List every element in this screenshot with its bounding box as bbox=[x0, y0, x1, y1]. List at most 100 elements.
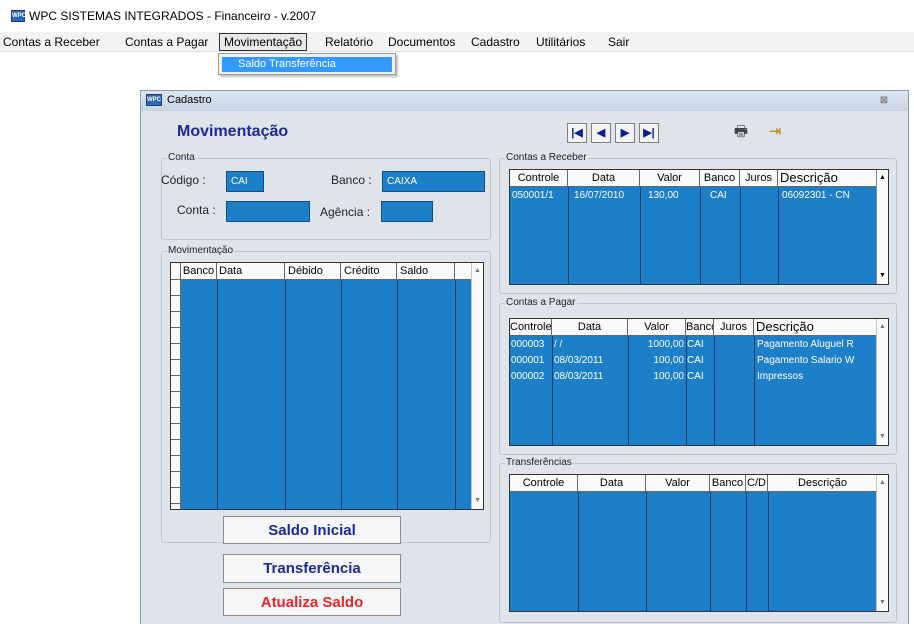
menu-utilitarios[interactable]: Utilitários bbox=[536, 35, 585, 49]
menu-contas-a-pagar[interactable]: Contas a Pagar bbox=[125, 35, 208, 49]
close-icon[interactable]: ⊠ bbox=[874, 93, 894, 108]
movimentacao-grid[interactable]: Banco Data Débido Crédito Saldo ▲ ▼ bbox=[170, 262, 484, 510]
codigo-label: Código : bbox=[161, 173, 206, 187]
page-title: Movimentação bbox=[177, 123, 289, 140]
col-descricao[interactable]: Descrição bbox=[778, 170, 878, 187]
cell-descricao: Impressos bbox=[757, 371, 804, 382]
col-banco[interactable]: Banco bbox=[181, 263, 217, 280]
cell-data: 08/03/2011 bbox=[554, 371, 604, 382]
scroll-down-icon[interactable]: ▼ bbox=[472, 495, 483, 507]
print-icon[interactable]: 🖶 bbox=[730, 121, 752, 143]
movimentacao-group-label: Movimentação bbox=[167, 245, 235, 256]
next-record-button[interactable]: ▶ bbox=[615, 123, 635, 143]
col-data[interactable]: Data bbox=[568, 170, 640, 187]
saldo-inicial-button[interactable]: Saldo Inicial bbox=[223, 516, 401, 544]
table-row[interactable]: 000002 08/03/2011 100,00 CAI Impressos bbox=[510, 369, 888, 385]
col-cd[interactable]: C/D bbox=[746, 475, 768, 492]
col-controle[interactable]: Controle bbox=[510, 475, 578, 492]
exit-icon[interactable]: ⇥ bbox=[764, 121, 786, 143]
table-row[interactable]: 000001 08/03/2011 100,00 CAI Pagamento S… bbox=[510, 353, 888, 369]
atualiza-saldo-button[interactable]: Atualiza Saldo bbox=[223, 588, 401, 616]
col-debido[interactable]: Débido bbox=[285, 263, 341, 280]
transferencia-button[interactable]: Transferência bbox=[223, 554, 401, 583]
row-indicator-header bbox=[171, 263, 181, 280]
agencia-field[interactable] bbox=[381, 201, 433, 222]
cell-valor: 130,00 bbox=[648, 190, 679, 201]
col-valor[interactable]: Valor bbox=[628, 319, 686, 336]
col-juros[interactable]: Juros bbox=[740, 170, 778, 187]
banco-label: Banco : bbox=[331, 173, 372, 187]
banco-field[interactable]: CAIXA bbox=[382, 171, 485, 192]
cadastro-window: WPC Cadastro ⊠ Movimentação |◀ ◀ ▶ ▶| 🖶 … bbox=[140, 90, 909, 624]
contas-receber-grid[interactable]: Controle Data Valor Banco Juros Descriçã… bbox=[509, 169, 889, 285]
menu-documentos[interactable]: Documentos bbox=[388, 35, 455, 49]
transferencias-scrollbar[interactable]: ▲ ▼ bbox=[876, 475, 888, 611]
conta-field[interactable] bbox=[226, 201, 310, 222]
scroll-up-icon[interactable]: ▲ bbox=[472, 265, 483, 277]
col-juros[interactable]: Juros bbox=[714, 319, 754, 336]
contas-receber-group: Contas a Receber Controle Data Valor Ban… bbox=[499, 152, 897, 294]
cell-controle: 000001 bbox=[511, 355, 545, 366]
col-controle[interactable]: Controle bbox=[510, 319, 552, 336]
col-controle[interactable]: Controle bbox=[510, 170, 568, 187]
col-descricao[interactable]: Descrição bbox=[768, 475, 878, 492]
last-record-button[interactable]: ▶| bbox=[639, 123, 659, 143]
contas-receber-scrollbar[interactable]: ▲ ▼ bbox=[876, 170, 888, 284]
app-title: WPC SISTEMAS INTEGRADOS - Financeiro - v… bbox=[29, 9, 317, 23]
grid-header: Controle Data Valor Banco C/D Descrição bbox=[510, 475, 888, 492]
col-valor[interactable]: Valor bbox=[646, 475, 710, 492]
contas-pagar-grid[interactable]: Controle Data Valor Banco Juros Descriçã… bbox=[509, 318, 889, 446]
col-credito[interactable]: Crédito bbox=[341, 263, 397, 280]
movimentacao-scrollbar[interactable]: ▲ ▼ bbox=[471, 263, 483, 509]
scroll-up-icon[interactable]: ▲ bbox=[877, 477, 888, 489]
window-icon: WPC bbox=[146, 94, 162, 106]
cell-valor: 100,00 bbox=[653, 371, 684, 382]
contas-pagar-scrollbar[interactable]: ▲ ▼ bbox=[876, 319, 888, 445]
col-banco[interactable]: Banco bbox=[700, 170, 740, 187]
menu-movimentacao[interactable]: Movimentação bbox=[219, 33, 308, 51]
cell-banco: CAI bbox=[687, 371, 704, 382]
scroll-down-icon[interactable]: ▼ bbox=[877, 431, 888, 443]
cell-juros bbox=[742, 188, 778, 204]
table-row[interactable]: 050001/1 16/07/2010 130,00 CAI 06092301 … bbox=[510, 188, 888, 204]
contas-pagar-group: Contas a Pagar Controle Data Valor Banco… bbox=[499, 297, 897, 455]
agencia-label: Agência : bbox=[320, 205, 371, 219]
scroll-down-icon[interactable]: ▼ bbox=[877, 597, 888, 609]
col-data[interactable]: Data bbox=[552, 319, 628, 336]
cell-banco: CAI bbox=[687, 339, 704, 350]
conta-label: Conta : bbox=[177, 203, 216, 217]
cell-controle: 050001/1 bbox=[512, 190, 554, 201]
col-valor[interactable]: Valor bbox=[640, 170, 700, 187]
transferencias-group: Transferências Controle Data Valor Banco… bbox=[499, 457, 897, 623]
col-banco[interactable]: Banco bbox=[710, 475, 746, 492]
first-record-button[interactable]: |◀ bbox=[567, 123, 587, 143]
window-title: Cadastro bbox=[167, 94, 212, 106]
scroll-up-icon[interactable]: ▲ bbox=[877, 172, 888, 184]
contas-pagar-label: Contas a Pagar bbox=[505, 297, 577, 308]
cell-descricao: Pagamento Salario W bbox=[757, 355, 855, 366]
cell-valor: 100,00 bbox=[653, 355, 684, 366]
col-descricao[interactable]: Descrição bbox=[754, 319, 878, 336]
col-saldo[interactable]: Saldo bbox=[397, 263, 455, 280]
scroll-up-icon[interactable]: ▲ bbox=[877, 321, 888, 333]
menu-bar: Contas a Receber Contas a Pagar Moviment… bbox=[0, 32, 914, 52]
transferencias-grid[interactable]: Controle Data Valor Banco C/D Descrição … bbox=[509, 474, 889, 612]
col-banco[interactable]: Banco bbox=[686, 319, 714, 336]
table-row[interactable]: 000003 / / 1000,00 CAI Pagamento Aluguel… bbox=[510, 337, 888, 353]
codigo-field[interactable]: CAI bbox=[226, 171, 264, 192]
app-title-bar: WPC WPC SISTEMAS INTEGRADOS - Financeiro… bbox=[0, 0, 914, 32]
cell-controle: 000003 bbox=[511, 339, 545, 350]
cell-data: 08/03/2011 bbox=[554, 355, 604, 366]
cell-controle: 000002 bbox=[511, 371, 545, 382]
movimentacao-dropdown: Saldo Transferência bbox=[218, 53, 396, 75]
scroll-down-icon[interactable]: ▼ bbox=[877, 270, 888, 282]
col-data[interactable]: Data bbox=[578, 475, 646, 492]
dropdown-item-saldo-transferencia[interactable]: Saldo Transferência bbox=[222, 57, 392, 72]
menu-cadastro[interactable]: Cadastro bbox=[471, 35, 520, 49]
cell-juros bbox=[716, 353, 754, 369]
col-data[interactable]: Data bbox=[217, 263, 285, 280]
prev-record-button[interactable]: ◀ bbox=[591, 123, 611, 143]
menu-contas-a-receber[interactable]: Contas a Receber bbox=[3, 35, 100, 49]
menu-sair[interactable]: Sair bbox=[608, 35, 629, 49]
menu-relatorio[interactable]: Relatório bbox=[325, 35, 373, 49]
